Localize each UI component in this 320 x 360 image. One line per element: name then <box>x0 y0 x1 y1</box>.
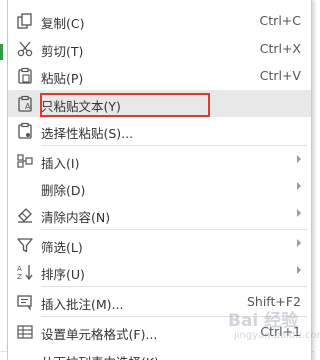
menu-item-shortcut: Ctrl+C <box>259 13 301 28</box>
menu-item-insert[interactable]: 插入(I) <box>8 147 311 174</box>
menu-item-copy[interactable]: 复制(C) Ctrl+C <box>8 7 311 34</box>
menu-item-label: 清除内容(N) <box>41 210 111 225</box>
submenu-arrow-icon <box>297 266 301 274</box>
menu-item-label: 插入(I) <box>41 156 80 171</box>
submenu-arrow-icon <box>297 155 301 163</box>
paste-icon <box>16 67 34 85</box>
eraser-icon <box>16 206 34 224</box>
menu-item-label: 筛选(L) <box>41 240 83 255</box>
paste-special-icon <box>16 122 34 140</box>
scissors-icon <box>16 40 34 58</box>
menu-item-label: 从下拉列表中选择(K)... <box>41 352 171 360</box>
menu-separator <box>41 229 307 230</box>
menu-item-cut[interactable]: 剪切(T) Ctrl+X <box>8 35 311 62</box>
format-cells-icon <box>16 323 34 341</box>
submenu-arrow-icon <box>297 239 301 247</box>
filter-icon <box>16 236 34 254</box>
menu-item-shortcut: Ctrl+X <box>259 41 301 56</box>
svg-text:Z: Z <box>17 273 22 281</box>
copy-icon <box>16 12 34 30</box>
submenu-arrow-icon <box>297 182 301 190</box>
submenu-arrow-icon <box>297 209 301 217</box>
menu-separator <box>41 316 307 317</box>
menu-item-paste[interactable]: 粘贴(P) Ctrl+V <box>8 62 311 89</box>
menu-item-label: 复制(C) <box>41 16 85 31</box>
menu-item-label: 设置单元格格式(F)... <box>41 327 158 342</box>
highlight-annotation <box>40 93 210 117</box>
menu-item-sort[interactable]: AZ 排序(U) <box>8 258 311 285</box>
menu-item-filter[interactable]: 筛选(L) <box>8 231 311 258</box>
menu-separator <box>41 286 307 287</box>
menu-item-label: 选择性粘贴(S)... <box>41 126 134 141</box>
comment-icon <box>16 293 34 311</box>
menu-item-label: 粘贴(P) <box>41 71 84 86</box>
insert-icon <box>16 152 34 170</box>
context-menu: 复制(C) Ctrl+C 剪切(T) Ctrl+X 粘贴(P) Ctrl+V A… <box>7 0 312 360</box>
menu-separator <box>41 145 307 146</box>
menu-item-label: 插入批注(M)... <box>41 297 124 312</box>
menu-item-delete[interactable]: 删除(D) <box>8 174 311 201</box>
menu-item-shortcut: Ctrl+1 <box>260 324 301 339</box>
sort-icon: AZ <box>16 263 34 281</box>
menu-item-shortcut: Shift+F2 <box>246 294 301 309</box>
cell-selection-edge <box>0 44 3 60</box>
menu-item-shortcut: Ctrl+V <box>259 68 301 83</box>
menu-item-label: 剪切(T) <box>41 44 84 59</box>
menu-item-paste-special[interactable]: 选择性粘贴(S)... <box>8 117 311 144</box>
svg-text:A: A <box>17 265 22 273</box>
menu-item-format-cells[interactable]: 设置单元格格式(F)... Ctrl+1 <box>8 318 311 345</box>
paste-text-icon: A <box>16 95 34 113</box>
menu-item-label: 删除(D) <box>41 183 86 198</box>
menu-item-insert-comment[interactable]: 插入批注(M)... Shift+F2 <box>8 288 311 315</box>
svg-text:A: A <box>25 102 31 111</box>
menu-item-clear-contents[interactable]: 清除内容(N) <box>8 201 311 228</box>
menu-item-pick-from-dropdown[interactable]: 从下拉列表中选择(K)... <box>8 351 311 360</box>
menu-item-label: 排序(U) <box>41 267 85 282</box>
